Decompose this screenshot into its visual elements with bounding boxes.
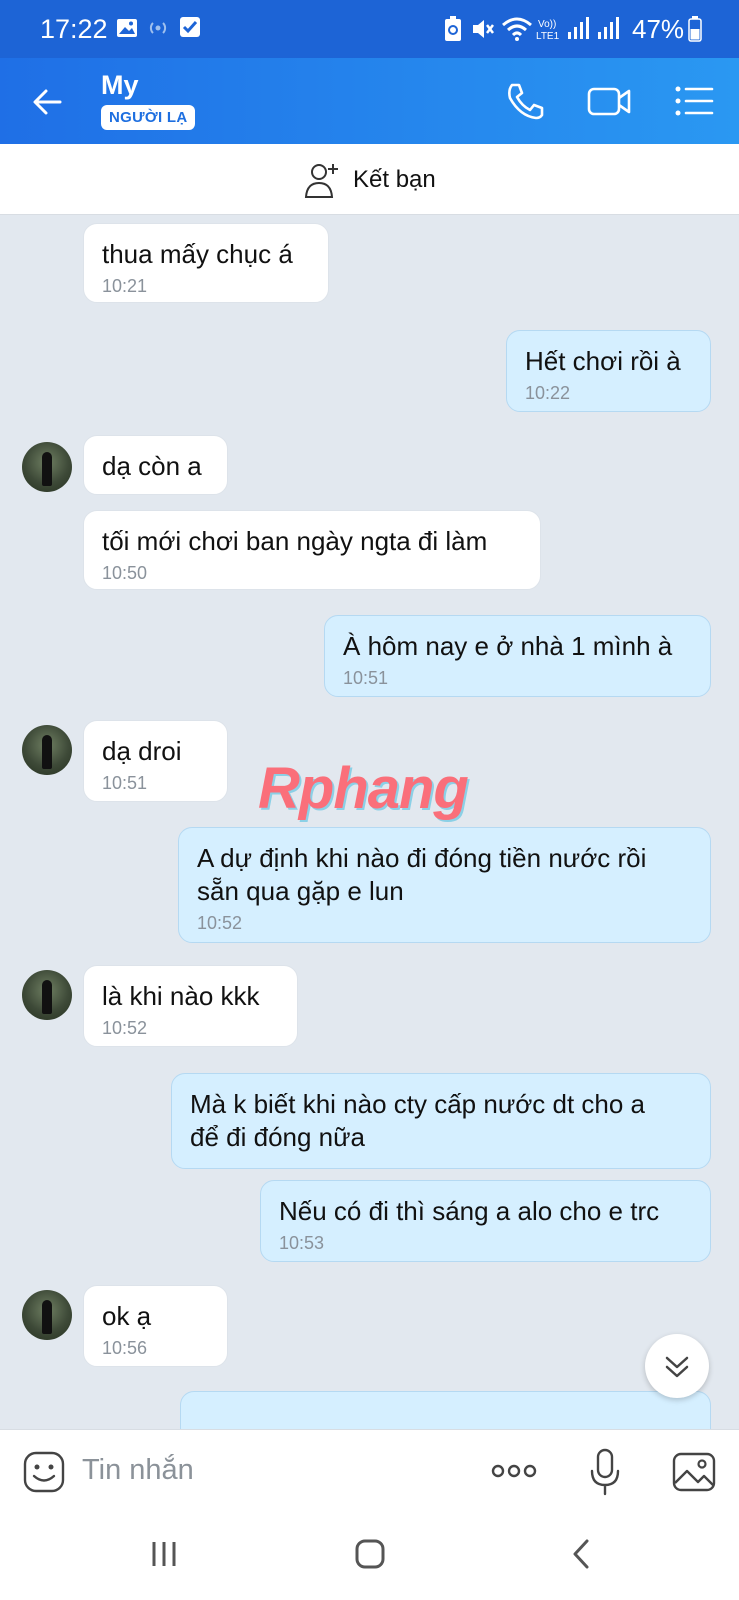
message-time: 10:22: [525, 383, 571, 403]
message-text: dạ droi: [102, 736, 182, 766]
svg-text:Vo)): Vo)): [538, 19, 556, 30]
add-friend-icon: [304, 164, 338, 198]
message-time: 10:52: [102, 1018, 148, 1038]
message-text: Nếu có đi thì sáng a alo cho e trc: [279, 1196, 660, 1226]
chat-header: My NGƯỜI LẠ: [0, 58, 739, 144]
message-bubble-outgoing-partial[interactable]: [180, 1391, 711, 1429]
message-text: Hết chơi rồi à: [525, 346, 681, 376]
message-text-line: để đi đóng nữa: [190, 1122, 365, 1152]
message-time: 10:51: [102, 773, 148, 793]
battery-percentage: 47%: [632, 14, 685, 44]
message-time: 10:21: [102, 276, 148, 296]
status-bar: 17:22 Vo)) LTE1 47%: [0, 0, 739, 58]
message-bubble-incoming[interactable]: thua mấy chục á 10:21: [83, 223, 329, 303]
message-bubble-outgoing[interactable]: Mà k biết khi nào cty cấp nước dt cho a …: [171, 1073, 711, 1169]
system-navigation-bar: [0, 1514, 739, 1600]
contact-avatar[interactable]: [22, 1290, 72, 1340]
message-text: là khi nào kkk: [102, 981, 260, 1011]
message-bubble-incoming[interactable]: ok ạ 10:56: [83, 1285, 228, 1367]
message-bubble-outgoing[interactable]: À hôm nay e ở nhà 1 mình à 10:51: [324, 615, 711, 697]
contact-name[interactable]: My: [101, 70, 139, 101]
message-bubble-outgoing[interactable]: A dự định khi nào đi đóng tiền nước rồi …: [178, 827, 711, 943]
signal-icon: [568, 17, 589, 39]
stranger-badge: NGƯỜI LẠ: [101, 105, 196, 130]
message-text-line: Mà k biết khi nào cty cấp nước dt cho a: [190, 1089, 646, 1119]
message-input-bar: Tin nhắn: [0, 1429, 739, 1514]
watermark-logo: Rphang: [258, 756, 469, 821]
signal-icon: [598, 17, 619, 39]
message-text: À hôm nay e ở nhà 1 mình à: [343, 631, 673, 661]
scroll-to-bottom-button[interactable]: [645, 1334, 709, 1398]
gallery-icon: [117, 19, 137, 37]
wifi-icon: [502, 17, 532, 41]
message-bubble-incoming[interactable]: dạ droi 10:51: [83, 720, 228, 802]
message-input[interactable]: Tin nhắn: [82, 1454, 194, 1487]
add-friend-label: Kết bạn: [353, 166, 436, 193]
mute-icon: [473, 20, 494, 38]
video-call-icon[interactable]: [586, 78, 632, 124]
message-text: tối mới chơi ban ngày ngta đi làm: [102, 526, 488, 556]
back-arrow-icon[interactable]: [28, 82, 68, 122]
checkbox-icon: [180, 17, 200, 37]
emoji-icon[interactable]: [22, 1450, 66, 1494]
contact-avatar[interactable]: [22, 725, 72, 775]
more-icon[interactable]: [490, 1458, 538, 1484]
message-time: 10:56: [102, 1338, 148, 1358]
message-time: 10:52: [197, 913, 243, 933]
add-friend-button[interactable]: Kết bạn: [303, 158, 436, 202]
phone-icon[interactable]: [502, 78, 548, 124]
microphone-icon[interactable]: [588, 1447, 622, 1497]
home-icon[interactable]: [354, 1538, 386, 1570]
message-text: thua mấy chục á: [102, 239, 293, 269]
recent-apps-icon[interactable]: [148, 1538, 180, 1570]
message-text-line: A dự định khi nào đi đóng tiền nước rồi: [197, 843, 647, 873]
menu-list-icon[interactable]: [672, 78, 718, 124]
svg-text:LTE1: LTE1: [536, 31, 560, 42]
battery-icon: [688, 16, 702, 42]
message-list[interactable]: thua mấy chục á 10:21 Hết chơi rồi à 10:…: [0, 215, 739, 1429]
contact-avatar[interactable]: [22, 970, 72, 1020]
message-time: 10:53: [279, 1233, 325, 1253]
message-text: ok ạ: [102, 1301, 152, 1331]
contact-avatar[interactable]: [22, 442, 72, 492]
message-bubble-incoming[interactable]: dạ còn a: [83, 435, 228, 495]
message-bubble-incoming[interactable]: là khi nào kkk 10:52: [83, 965, 298, 1047]
volte-icon: Vo))LTE1: [536, 19, 560, 42]
hotspot-icon: [149, 22, 167, 34]
message-bubble-outgoing[interactable]: Hết chơi rồi à 10:22: [506, 330, 711, 412]
status-time: 17:22: [40, 14, 108, 44]
back-icon[interactable]: [566, 1538, 598, 1570]
message-text: dạ còn a: [102, 451, 202, 481]
add-friend-bar: Kết bạn: [0, 144, 739, 215]
message-bubble-outgoing[interactable]: Nếu có đi thì sáng a alo cho e trc 10:53: [260, 1180, 711, 1262]
message-time: 10:51: [343, 668, 389, 688]
message-time: 10:50: [102, 563, 148, 583]
image-icon[interactable]: [671, 1450, 717, 1494]
double-chevron-down-icon: [665, 1356, 689, 1378]
message-text-line: sẵn qua gặp e lun: [197, 876, 404, 906]
battery-saver-icon: [445, 16, 461, 41]
message-bubble-incoming[interactable]: tối mới chơi ban ngày ngta đi làm 10:50: [83, 510, 541, 590]
